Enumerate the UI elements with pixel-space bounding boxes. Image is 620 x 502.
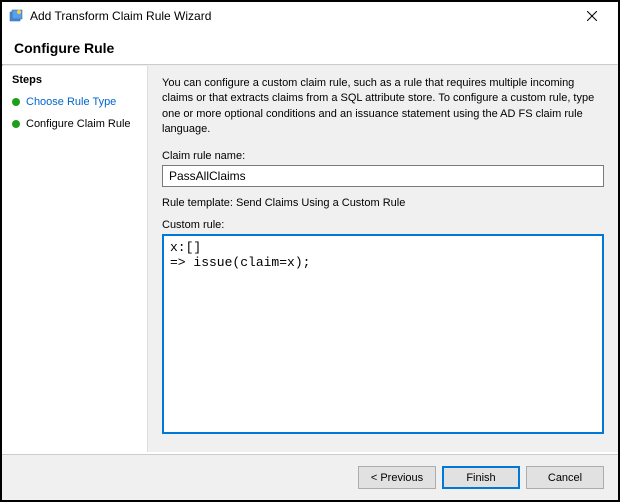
custom-rule-label: Custom rule: [162, 219, 604, 231]
steps-sidebar: Steps Choose Rule Type Configure Claim R… [2, 66, 147, 452]
wizard-footer: < Previous Finish Cancel [2, 454, 618, 500]
page-title: Configure Rule [14, 40, 606, 56]
titlebar: Add Transform Claim Rule Wizard [2, 2, 618, 30]
rule-template-label: Rule template: Send Claims Using a Custo… [162, 197, 604, 209]
steps-label: Steps [12, 74, 137, 86]
wizard-icon [8, 8, 24, 24]
step-bullet-icon [12, 98, 20, 106]
wizard-header: Configure Rule [2, 30, 618, 64]
close-icon [587, 11, 597, 21]
claim-rule-name-label: Claim rule name: [162, 150, 604, 162]
custom-rule-textarea[interactable] [162, 234, 604, 434]
step-choose-rule-type[interactable]: Choose Rule Type [12, 94, 137, 110]
finish-button[interactable]: Finish [442, 466, 520, 489]
step-configure-claim-rule[interactable]: Configure Claim Rule [12, 116, 137, 132]
instructions-text: You can configure a custom claim rule, s… [162, 76, 604, 138]
main-panel: You can configure a custom claim rule, s… [147, 66, 618, 452]
window-title: Add Transform Claim Rule Wizard [30, 9, 572, 23]
step-label: Configure Claim Rule [26, 118, 131, 130]
previous-button[interactable]: < Previous [358, 466, 436, 489]
claim-rule-name-input[interactable] [162, 165, 604, 187]
step-label: Choose Rule Type [26, 96, 116, 108]
close-button[interactable] [572, 2, 612, 30]
content-area: Steps Choose Rule Type Configure Claim R… [2, 66, 618, 452]
cancel-button[interactable]: Cancel [526, 466, 604, 489]
step-bullet-icon [12, 120, 20, 128]
